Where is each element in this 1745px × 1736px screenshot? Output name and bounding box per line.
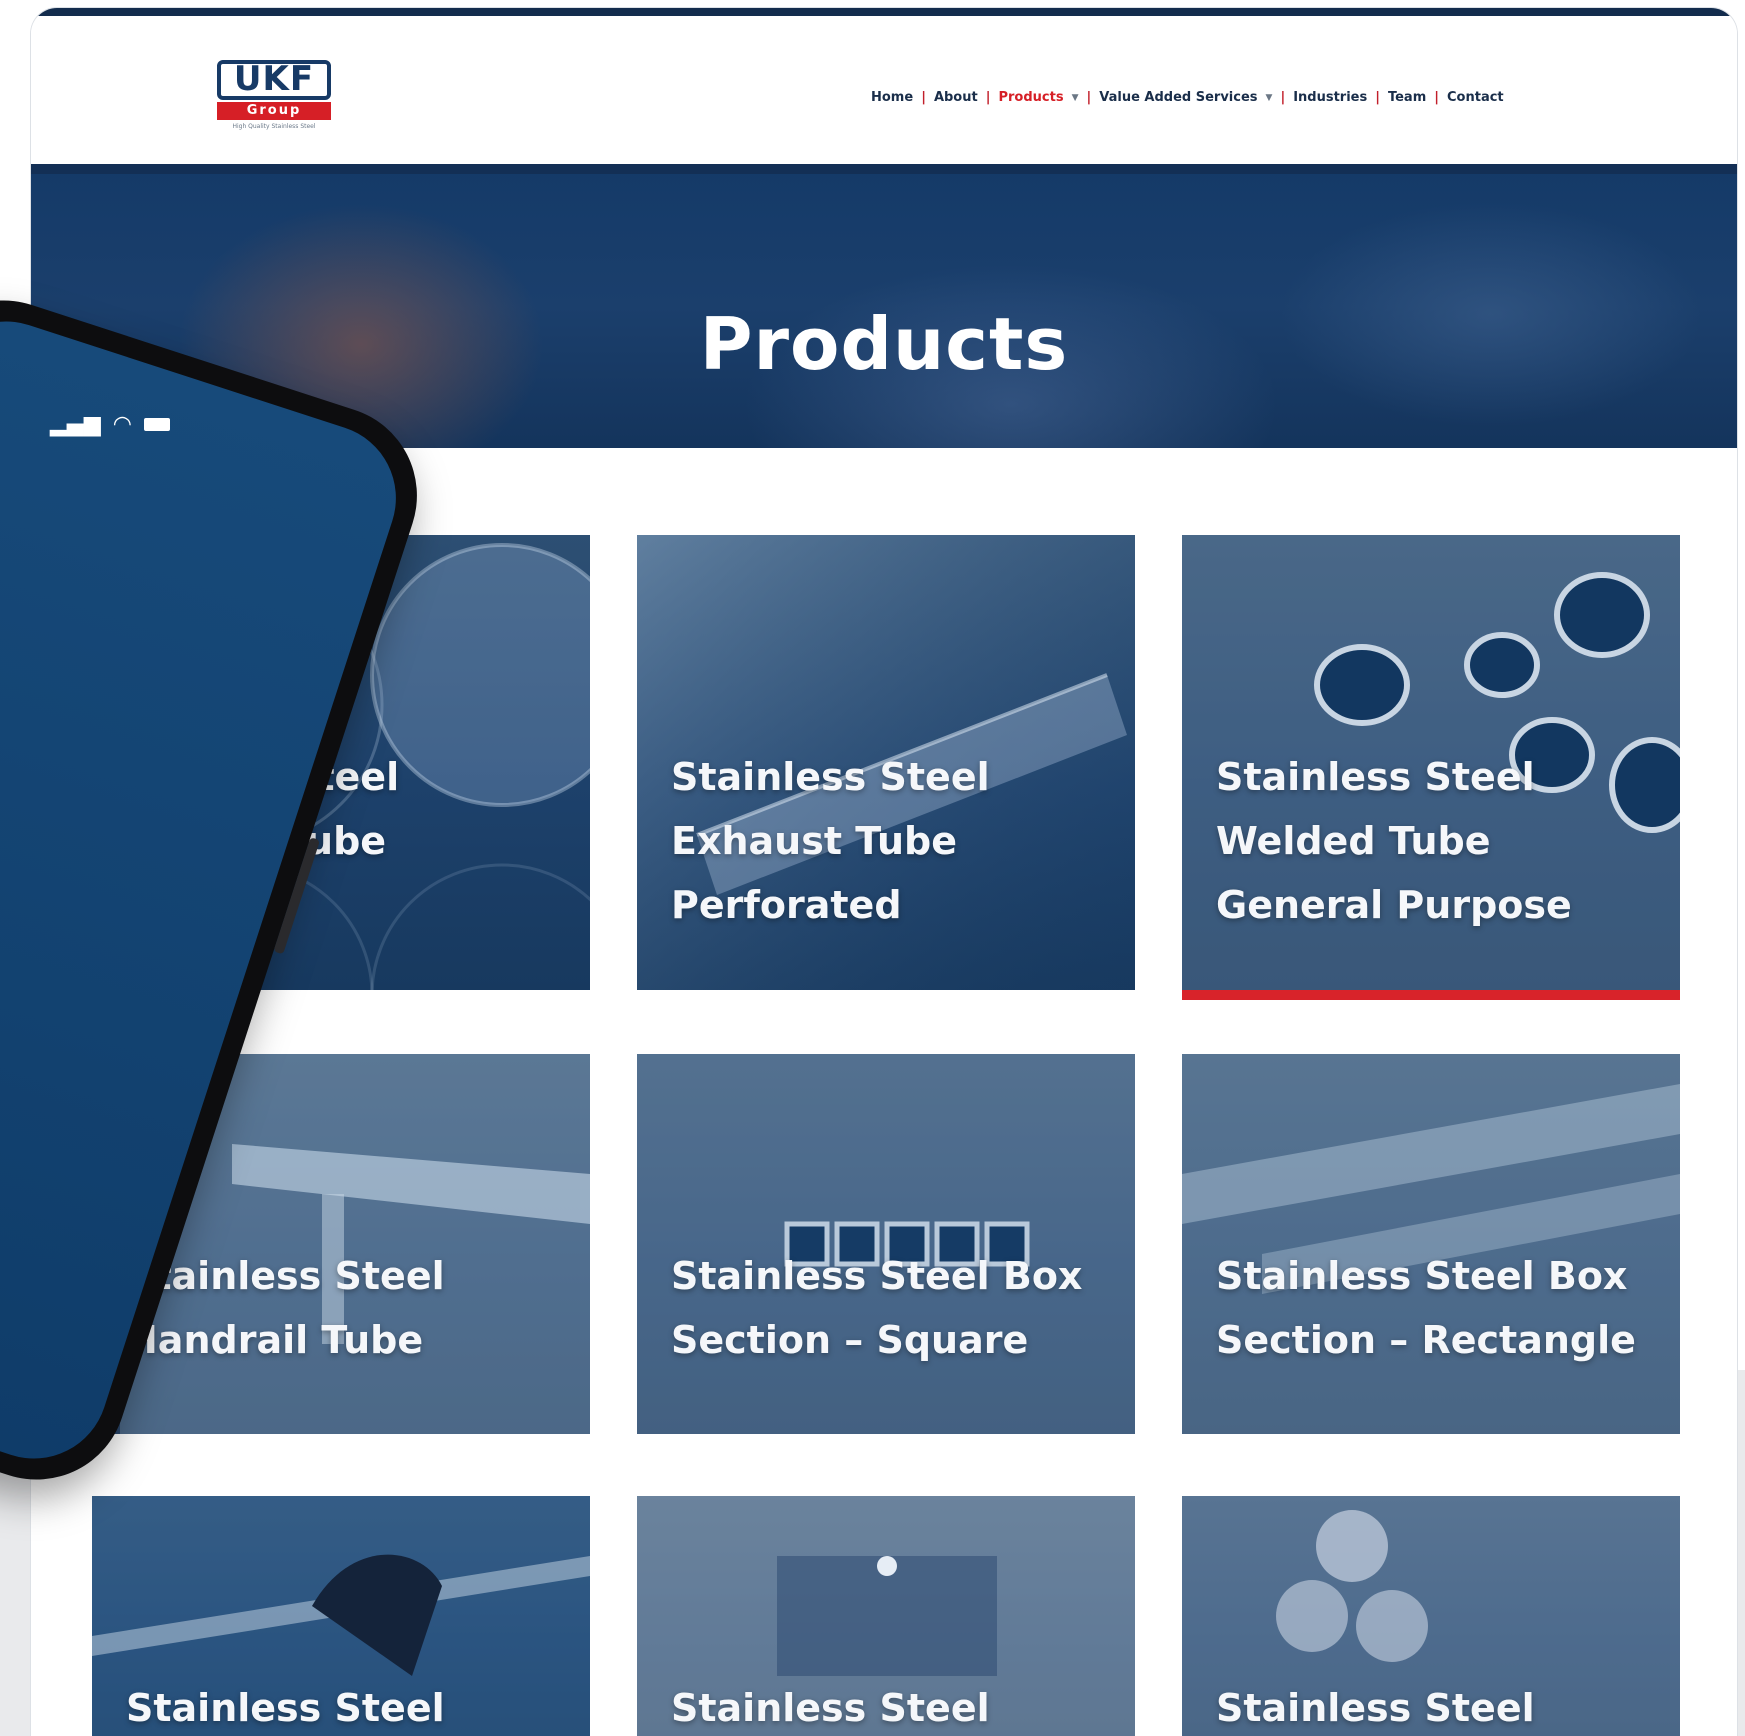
nav-value-added-services[interactable]: Value Added Services [1099, 90, 1257, 105]
nav-team[interactable]: Team [1388, 90, 1426, 105]
logo-brand: UKF [217, 60, 331, 100]
nav-separator: | [1280, 90, 1286, 105]
nav-about[interactable]: About [934, 90, 978, 105]
logo-tagline: High Quality Stainless Steel [232, 123, 316, 130]
ukf-logo[interactable]: UKF Group High Quality Stainless Steel [217, 60, 337, 140]
product-card-kitchen[interactable]: Stainless Steel [637, 1496, 1135, 1736]
logo-sub: Group [217, 102, 331, 120]
battery-icon [143, 418, 170, 431]
nav-separator: | [985, 90, 991, 105]
product-title: Stainless Steel Box Section – Square [671, 1254, 1083, 1362]
product-card-box-section-square[interactable]: Stainless Steel Box Section – Square [637, 1054, 1135, 1434]
product-title: Stainless Steel Box Section – Rectangle [1216, 1254, 1636, 1362]
chevron-down-icon[interactable]: ▼ [1266, 93, 1273, 103]
wifi-icon: ◠ [112, 412, 132, 437]
product-title: Stainless Steel Welded Tube General Purp… [1216, 755, 1572, 927]
product-title: Stainless Steel Exhaust Tube Perforated [671, 755, 990, 927]
nav-separator: | [1375, 90, 1380, 105]
product-card-box-section-rectangle[interactable]: Stainless Steel Box Section – Rectangle [1182, 1054, 1680, 1434]
nav-products[interactable]: Products [998, 90, 1063, 105]
phone-status-bar: ▂▄▆ ◠ [50, 412, 170, 437]
nav-industries[interactable]: Industries [1293, 90, 1367, 105]
product-title: Stainless Steel [126, 1686, 445, 1730]
nav-home[interactable]: Home [871, 90, 913, 105]
nav-separator: | [1434, 90, 1439, 105]
product-title: Stainless Steel [1216, 1686, 1535, 1730]
product-card-marine[interactable]: Stainless Steel [92, 1496, 590, 1736]
nav-contact[interactable]: Contact [1447, 90, 1504, 105]
nav-separator: | [1086, 90, 1092, 105]
site-header: UKF Group High Quality Stainless Steel H… [31, 16, 1737, 164]
product-title: Stainless Steel [671, 1686, 990, 1730]
product-card-welded-tube[interactable]: Stainless Steel Welded Tube General Purp… [1182, 535, 1680, 1000]
top-border [31, 8, 1737, 16]
signal-icon: ▂▄▆ [50, 412, 101, 437]
nav-separator: | [921, 90, 926, 105]
product-title: Stainless Steel Handrail Tube [126, 1254, 445, 1362]
product-card-round-bar[interactable]: Stainless Steel [1182, 1496, 1680, 1736]
page-title: Products [699, 302, 1069, 387]
product-card-exhaust-tube-perforated[interactable]: Stainless Steel Exhaust Tube Perforated [637, 535, 1135, 990]
main-nav: Home | About | Products ▼ | Value Added … [871, 90, 1504, 105]
chevron-down-icon[interactable]: ▼ [1072, 93, 1079, 103]
